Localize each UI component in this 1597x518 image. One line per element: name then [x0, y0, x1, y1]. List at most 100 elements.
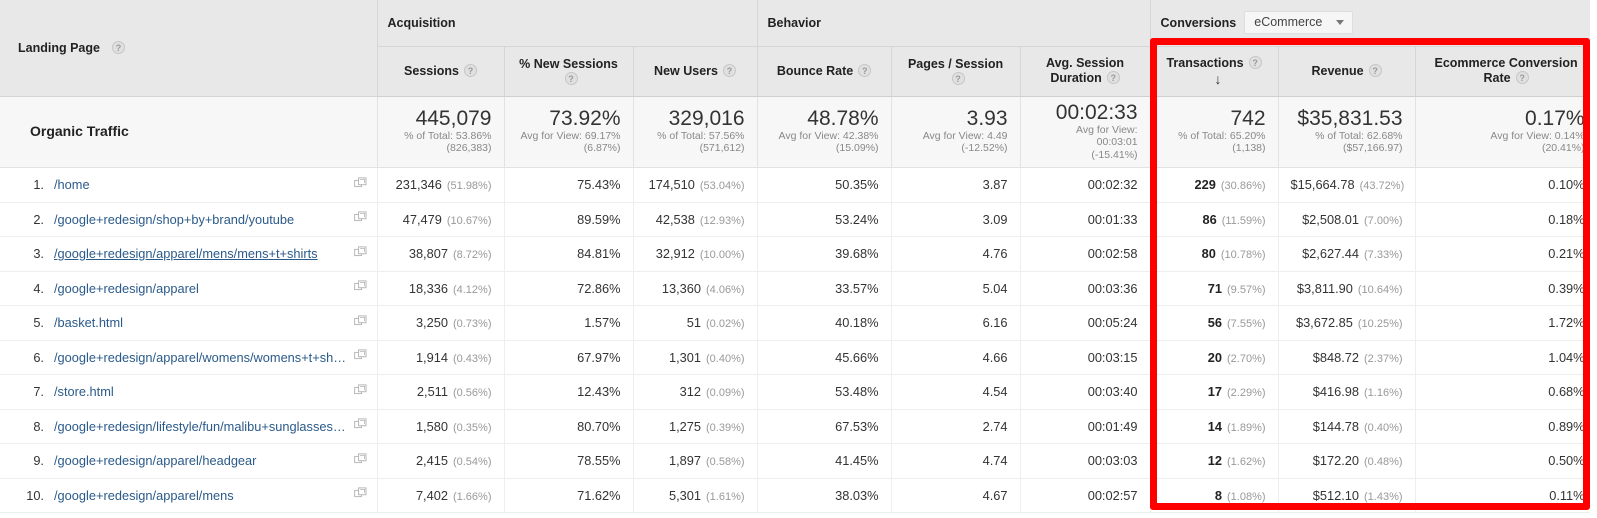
table-row[interactable]: 4. /google+redesign/apparel 18,336 (4.12%) 7…: [0, 271, 1597, 306]
value-new-users: 42,538: [655, 211, 695, 227]
value-avg-session-duration: 00:05:24: [1087, 315, 1138, 331]
conversions-goal-select[interactable]: eCommerce: [1244, 11, 1354, 35]
value-revenue: $2,508.01: [1302, 211, 1359, 227]
landing-page-link[interactable]: /store.html: [54, 384, 348, 399]
cell-landing-page: 1. /home: [0, 167, 378, 203]
help-icon[interactable]: ?: [564, 71, 578, 85]
cell-revenue: $3,672.85 (10.25%): [1278, 305, 1416, 341]
cell-landing-page: 10. /google+redesign/apparel/mens: [0, 478, 378, 513]
value-revenue: $3,811.90: [1296, 280, 1353, 296]
landing-page-link[interactable]: /google+redesign/apparel: [54, 281, 348, 296]
landing-page-link[interactable]: /home: [54, 177, 348, 192]
pct-transactions: (10.78%): [1220, 249, 1266, 262]
cell-pct-new-sessions: 1.57%: [504, 305, 634, 341]
open-in-new-window-icon[interactable]: [353, 315, 367, 331]
column-label-bounce-rate: Bounce Rate: [776, 63, 854, 78]
open-in-new-window-icon[interactable]: [353, 418, 367, 434]
table-row[interactable]: 2. /google+redesign/shop+by+brand/youtube…: [0, 202, 1597, 237]
pct-revenue: (2.37%): [1364, 352, 1403, 365]
column-header-sessions[interactable]: Sessions?: [377, 46, 505, 97]
group-header-acquisition: Acquisition: [377, 0, 758, 47]
row-rank: 3.: [33, 246, 44, 262]
value-avg-session-duration: 00:01:49: [1087, 418, 1138, 434]
open-in-new-window-icon[interactable]: [353, 487, 367, 503]
cell-ecommerce-conversion-rate: 0.50%: [1415, 443, 1597, 479]
open-in-new-window-icon[interactable]: [353, 246, 367, 262]
dimension-header-cell[interactable]: Landing Page ?: [0, 0, 378, 97]
cell-ecommerce-conversion-rate: 0.68%: [1415, 374, 1597, 410]
landing-page-link[interactable]: /google+redesign/apparel/mens/mens+t+shi…: [54, 246, 348, 261]
value-ecommerce-conversion-rate: 1.04%: [1548, 349, 1585, 365]
cell-pages-per-session: 6.16: [891, 305, 1021, 341]
table-row[interactable]: 8. /google+redesign/lifestyle/fun/malibu+…: [0, 409, 1597, 444]
cell-avg-session-duration: 00:03:36: [1020, 271, 1151, 306]
value-new-users: 32,912: [655, 246, 695, 262]
table-row[interactable]: 6. /google+redesign/apparel/womens/womens…: [0, 340, 1597, 375]
value-new-users: 174,510: [648, 177, 695, 193]
cell-bounce-rate: 33.57%: [757, 271, 892, 306]
cell-landing-page: 7. /store.html: [0, 374, 378, 410]
value-bounce-rate: 53.48%: [835, 384, 879, 400]
value-pages-per-session: 4.66: [982, 349, 1008, 365]
value-sessions: 1,580: [415, 418, 448, 434]
column-header-pages-per-session[interactable]: Pages / Session?: [891, 46, 1021, 97]
table-row[interactable]: 1. /home 231,346 (51.98%) 75.43% 174,510 (53.0…: [0, 167, 1597, 203]
landing-page-link[interactable]: /google+redesign/apparel/headgear: [54, 453, 348, 468]
cell-revenue: $416.98 (1.16%): [1278, 374, 1416, 410]
cell-pages-per-session: 2.74: [891, 409, 1021, 444]
cell-bounce-rate: 40.18%: [757, 305, 892, 341]
open-in-new-window-icon[interactable]: [353, 349, 367, 365]
table-row[interactable]: 5. /basket.html 3,250 (0.73%) 1.57% 51 (0.02%)…: [0, 305, 1597, 341]
column-header-bounce-rate[interactable]: Bounce Rate?: [757, 46, 892, 97]
open-in-new-window-icon[interactable]: [353, 211, 367, 227]
landing-page-link[interactable]: /google+redesign/apparel/mens: [54, 488, 348, 503]
open-in-new-window-icon[interactable]: [353, 177, 367, 193]
table-row[interactable]: 3. /google+redesign/apparel/mens/mens+t+s…: [0, 236, 1597, 272]
help-icon[interactable]: ?: [951, 71, 965, 85]
value-avg-session-duration: 00:03:36: [1087, 280, 1138, 296]
column-header-transactions[interactable]: Transactions ? ↓: [1150, 46, 1279, 97]
cell-pages-per-session: 4.74: [891, 443, 1021, 479]
value-transactions: 80: [1201, 246, 1216, 262]
value-ecommerce-conversion-rate: 0.10%: [1548, 177, 1585, 193]
cell-pages-per-session: 4.67: [891, 478, 1021, 513]
table-row[interactable]: 7. /store.html 2,511 (0.56%) 12.43% 312 (0.09%…: [0, 374, 1597, 410]
cell-new-users: 5,301 (1.61%): [633, 478, 758, 513]
landing-page-link[interactable]: /google+redesign/lifestyle/fun/malibu+su…: [54, 419, 348, 434]
column-header-ecommerce-conversion-rate[interactable]: Ecommerce Conversion Rate?: [1415, 46, 1597, 97]
landing-page-link[interactable]: /google+redesign/apparel/womens/womens+t…: [54, 350, 348, 365]
value-pct-new-sessions: 75.43%: [577, 177, 621, 193]
cell-pages-per-session: 4.76: [891, 236, 1021, 272]
cell-bounce-rate: 38.03%: [757, 478, 892, 513]
open-in-new-window-icon[interactable]: [353, 384, 367, 400]
pct-new-users: (0.39%): [706, 421, 745, 434]
help-icon[interactable]: ?: [1248, 55, 1262, 69]
value-transactions: 14: [1207, 418, 1222, 434]
open-in-new-window-icon[interactable]: [353, 280, 367, 296]
value-ecommerce-conversion-rate: 0.89%: [1548, 418, 1585, 434]
help-icon[interactable]: ?: [1106, 71, 1120, 84]
help-icon[interactable]: ?: [858, 63, 872, 77]
value-new-users: 1,275: [668, 418, 701, 434]
column-header-new-users[interactable]: New Users?: [633, 46, 758, 97]
table-row[interactable]: 9. /google+redesign/apparel/headgear 2,415…: [0, 443, 1597, 479]
landing-page-link[interactable]: /basket.html: [54, 315, 348, 330]
value-pages-per-session: 4.76: [982, 246, 1008, 262]
help-icon[interactable]: ?: [111, 41, 125, 55]
help-icon[interactable]: ?: [1368, 63, 1382, 77]
landing-page-link[interactable]: /google+redesign/shop+by+brand/youtube: [54, 212, 348, 227]
table-row[interactable]: 10. /google+redesign/apparel/mens 7,402 (1.…: [0, 478, 1597, 513]
summary-cell-ecommerce-conversion-rate: 0.17% Avg for View: 0.14% (20.41%): [1415, 96, 1597, 168]
column-header-revenue[interactable]: Revenue?: [1278, 46, 1416, 97]
column-header-avg-session-duration[interactable]: Avg. Session Duration?: [1020, 46, 1151, 97]
help-icon[interactable]: ?: [1515, 71, 1529, 84]
sort-descending-icon[interactable]: ↓: [1215, 71, 1222, 87]
value-pages-per-session: 3.09: [982, 211, 1008, 227]
column-header-pct-new-sessions[interactable]: % New Sessions?: [504, 46, 634, 97]
summary-sub1-sessions: % of Total: 53.86%: [404, 129, 492, 142]
help-icon[interactable]: ?: [463, 63, 477, 77]
help-icon[interactable]: ?: [722, 63, 736, 77]
open-in-new-window-icon[interactable]: [353, 453, 367, 469]
value-ecommerce-conversion-rate: 0.68%: [1548, 384, 1585, 400]
value-pct-new-sessions: 89.59%: [577, 211, 621, 227]
